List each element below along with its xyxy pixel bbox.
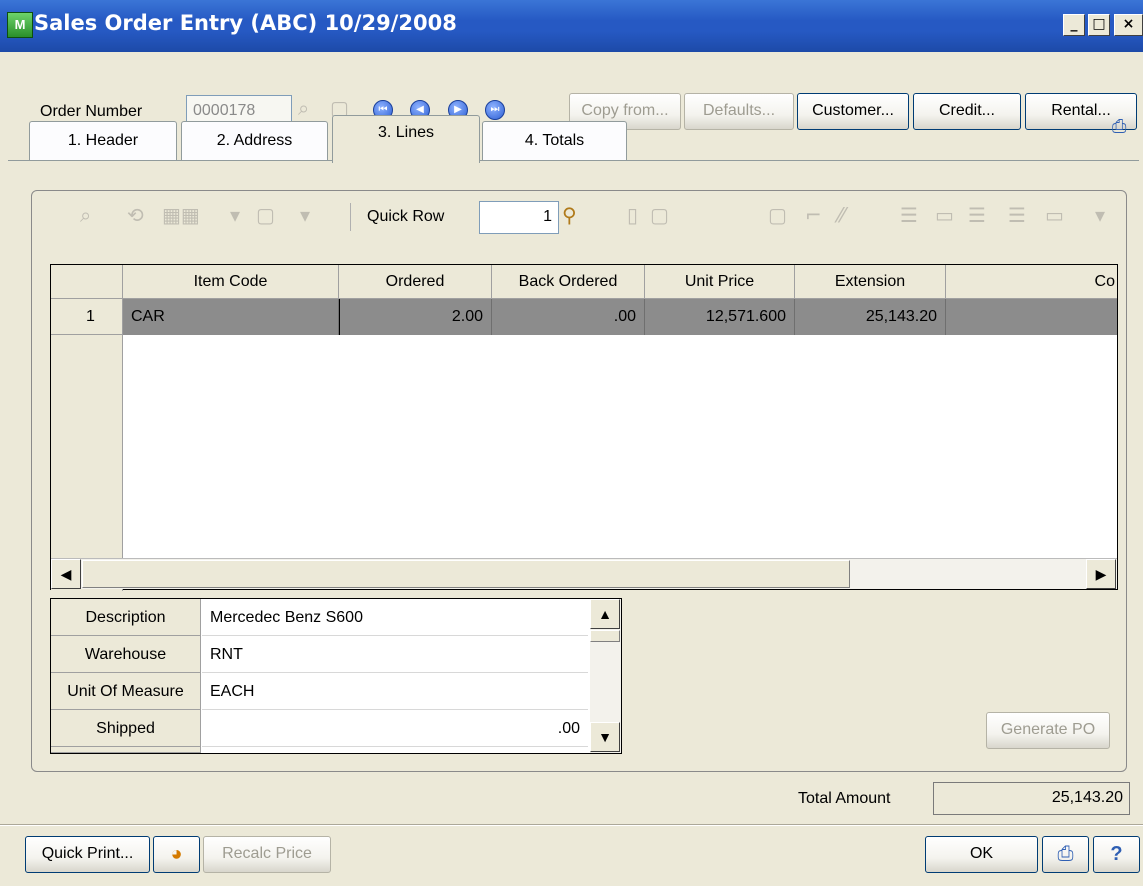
total-amount-label: Total Amount — [798, 790, 891, 807]
edit-icon: ⁄⁄ — [838, 203, 845, 227]
printer-icon[interactable]: ⎙ — [1112, 116, 1126, 137]
customer-button[interactable]: Customer... — [797, 93, 909, 130]
column-header[interactable]: Extension — [795, 265, 946, 299]
column-header[interactable]: Item Code — [123, 265, 339, 299]
toolbar-divider — [350, 203, 351, 231]
close-button[interactable]: × — [1114, 14, 1143, 36]
corner-icon: ⌐ — [805, 203, 822, 227]
minimize-button[interactable]: _ — [1063, 14, 1085, 36]
warehouse-value[interactable]: RNT — [202, 636, 588, 673]
order-number-label: Order Number — [40, 103, 143, 120]
detail-label: Description — [51, 599, 201, 636]
chevron-down-icon: ▾ — [230, 203, 241, 227]
help-icon[interactable]: ? — [1093, 836, 1140, 873]
detail-label: Unit Of Measure — [51, 673, 201, 710]
column-header[interactable]: Back Ordered — [492, 265, 645, 299]
tab-totals[interactable]: 4. Totals — [482, 121, 627, 160]
credit-button[interactable]: Credit... — [913, 93, 1021, 130]
box-icon: ▢ — [768, 203, 787, 227]
line-icon: ▢ — [650, 203, 669, 227]
item-code-cell[interactable]: CAR — [123, 299, 339, 335]
title-bar[interactable]: M Sales Order Entry (ABC) 10/29/2008 _ □… — [0, 0, 1143, 52]
shipped-value[interactable]: .00 — [202, 710, 588, 747]
recalc-price-button[interactable]: Recalc Price — [203, 836, 331, 873]
insert-row-icon: ⟲ — [127, 203, 144, 227]
column-icon: ▢ — [256, 203, 275, 227]
list-icon: ☰ — [900, 203, 918, 227]
defaults-button[interactable]: Defaults... — [684, 93, 794, 130]
lookup-icon: ⌕ — [80, 203, 92, 227]
quick-row-label: Quick Row — [367, 208, 445, 225]
ok-button[interactable]: OK — [925, 836, 1038, 873]
row-number[interactable]: 1 — [51, 299, 123, 335]
horizontal-scrollbar[interactable]: ◀ ▶ — [51, 558, 1117, 589]
description-value[interactable]: Mercedec Benz S600 — [202, 599, 588, 636]
app-icon: M — [7, 12, 33, 38]
quick-print-button[interactable]: Quick Print... — [25, 836, 150, 873]
row-header-corner — [51, 265, 123, 299]
unit-price-cell[interactable]: 12,571.600 — [645, 299, 795, 335]
quick-row-input[interactable]: 1 — [479, 201, 559, 234]
scroll-down-icon[interactable]: ▼ — [590, 722, 620, 752]
lines-grid[interactable]: Item Code Ordered Back Ordered Unit Pric… — [50, 264, 1118, 591]
vertical-scrollbar[interactable]: ▲ ▼ — [590, 599, 621, 753]
footer-divider — [0, 824, 1143, 826]
back-ordered-cell[interactable]: .00 — [492, 299, 645, 335]
tab-lines[interactable]: 3. Lines — [332, 115, 480, 163]
lookup-icon[interactable]: ⌕ — [298, 96, 309, 120]
detail-label: Warehouse — [51, 636, 201, 673]
sales-order-window: M Sales Order Entry (ABC) 10/29/2008 _ □… — [0, 0, 1143, 886]
ordered-cell[interactable]: 2.00 — [339, 299, 492, 335]
scroll-up-icon[interactable]: ▲ — [590, 599, 620, 629]
scroll-thumb[interactable] — [590, 630, 620, 642]
chevron-down-icon: ▾ — [300, 203, 311, 227]
window-title: Sales Order Entry (ABC) 10/29/2008 — [34, 11, 457, 35]
paperless-icon[interactable]: ◕ — [153, 836, 200, 873]
grid-icon: ▦▦ — [162, 203, 200, 227]
chevron-down-icon: ▾ — [1095, 203, 1106, 227]
scroll-left-icon[interactable]: ◀ — [51, 559, 81, 589]
maximize-button[interactable]: □ — [1088, 14, 1110, 36]
scroll-right-icon[interactable]: ▶ — [1086, 559, 1116, 589]
last-record-icon[interactable]: ⏭ — [485, 100, 505, 120]
column-header[interactable]: Co — [946, 265, 1117, 299]
extension-cell[interactable]: 25,143.20 — [795, 299, 946, 335]
generate-po-button[interactable]: Generate PO — [986, 712, 1110, 749]
tab-header[interactable]: 1. Header — [29, 121, 177, 160]
comment-cell[interactable] — [946, 299, 1117, 335]
box-icon: ▭ — [1045, 203, 1064, 227]
box-icon: ▭ — [935, 203, 954, 227]
row-number-column — [51, 299, 123, 591]
total-amount-field: 25,143.20 — [933, 782, 1130, 815]
print-icon[interactable]: ⎙ — [1042, 836, 1089, 873]
unit-of-measure-value[interactable]: EACH — [202, 673, 588, 710]
column-header[interactable]: Ordered — [339, 265, 492, 299]
tab-address[interactable]: 2. Address — [181, 121, 328, 160]
scroll-thumb[interactable] — [82, 560, 850, 588]
comment-icon: ▯ — [627, 203, 639, 227]
detail-label-extra — [51, 747, 201, 753]
column-header[interactable]: Unit Price — [645, 265, 795, 299]
detail-label: Shipped — [51, 710, 201, 747]
list-icon: ☰ — [968, 203, 986, 227]
list-icon: ☰ — [1008, 203, 1026, 227]
line-detail-panel: Description Mercedec Benz S600 Warehouse… — [50, 598, 622, 754]
search-icon[interactable]: ⚲ — [562, 203, 577, 227]
